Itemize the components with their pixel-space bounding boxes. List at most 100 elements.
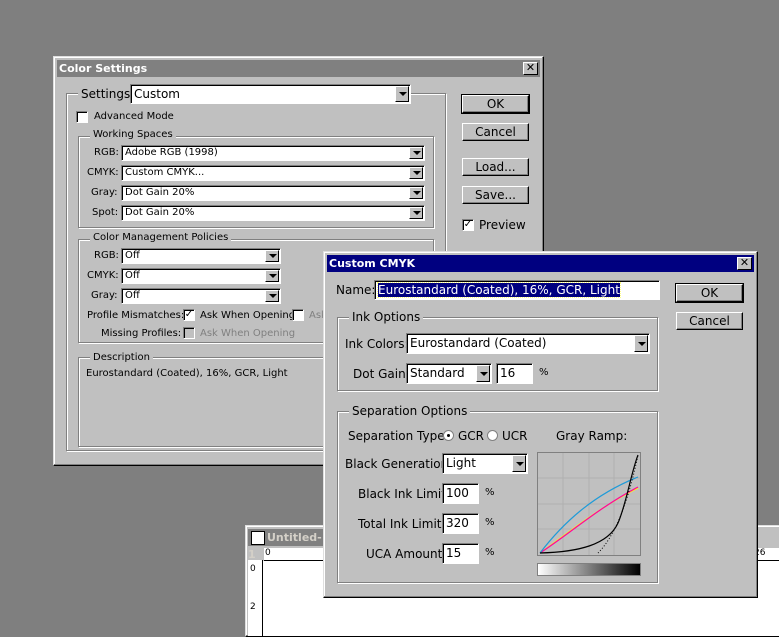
policies-label: Color Management Policies: [90, 232, 232, 243]
ruler-tick-label: 0: [265, 548, 271, 558]
ws-cmyk-select[interactable]: Custom CMYK...: [121, 165, 425, 181]
policy-rgb-label: RGB:: [94, 250, 119, 261]
settings-select-value: Custom: [134, 87, 180, 101]
custom-cmyk-dialog: Custom CMYK ✕ Name: Eurostandard (Coated…: [323, 251, 758, 598]
ok-button[interactable]: OK: [461, 94, 530, 114]
ink-options-label: Ink Options: [349, 310, 424, 324]
ruler-tick-label: 0: [250, 564, 256, 574]
description-label: Description: [90, 352, 153, 363]
ws-gray-value: Dot Gain 20%: [125, 187, 195, 198]
ws-rgb-select[interactable]: Adobe RGB (1998): [121, 145, 425, 161]
preview-label: Preview: [479, 218, 526, 232]
dot-gain-mode: Standard: [410, 366, 465, 380]
ws-spot-select[interactable]: Dot Gain 20%: [121, 205, 425, 221]
black-generation-value: Light: [446, 456, 476, 470]
policy-gray-label: Gray:: [91, 290, 118, 301]
ws-cmyk-label: CMYK:: [87, 167, 119, 178]
ws-rgb-label: RGB:: [94, 147, 119, 158]
ws-rgb-value: Adobe RGB (1998): [125, 147, 218, 158]
missing-ask-label: Ask When Opening: [200, 328, 296, 339]
ruler-tick-label: 2: [250, 602, 256, 612]
separation-type-label: Separation Type:: [348, 429, 449, 443]
ws-gray-label: Gray:: [91, 187, 118, 198]
color-settings-titlebar[interactable]: Color Settings ✕: [57, 60, 540, 77]
black-ink-limit-value: 100: [446, 486, 469, 500]
chevron-down-icon[interactable]: [409, 187, 423, 199]
dot-gain-value: 16: [500, 366, 516, 380]
custom-cmyk-titlebar[interactable]: Custom CMYK ✕: [327, 255, 754, 272]
uca-amount-input[interactable]: 15: [442, 543, 479, 564]
advanced-mode-label: Advanced Mode: [94, 111, 174, 122]
ws-spot-label: Spot:: [92, 207, 119, 218]
policy-gray-select[interactable]: Off: [121, 288, 281, 304]
chevron-down-icon[interactable]: [409, 207, 423, 219]
chevron-down-icon[interactable]: [265, 270, 279, 282]
chevron-down-icon[interactable]: [395, 86, 409, 102]
total-ink-limit-label: Total Ink Limit:: [358, 517, 446, 531]
black-ink-limit-input[interactable]: 100: [442, 483, 479, 504]
chevron-down-icon[interactable]: [476, 365, 490, 382]
cancel-button[interactable]: Cancel: [462, 123, 529, 141]
close-icon[interactable]: ✕: [523, 62, 538, 75]
ok-button[interactable]: OK: [675, 283, 744, 303]
black-generation-label: Black Generation:: [345, 457, 453, 471]
chevron-down-icon[interactable]: [265, 250, 279, 262]
settings-label: Settings:: [78, 86, 138, 102]
ink-colors-value: Eurostandard (Coated): [410, 336, 547, 350]
dialog-title: Color Settings: [59, 62, 148, 75]
policy-cmyk-value: Off: [125, 270, 140, 281]
name-input[interactable]: Eurostandard (Coated), 16%, GCR, Light: [374, 280, 660, 300]
load-button[interactable]: Load...: [462, 158, 529, 176]
ws-spot-value: Dot Gain 20%: [125, 207, 195, 218]
gray-ramp-label: Gray Ramp:: [556, 429, 628, 443]
dot-gain-label: Dot Gain:: [353, 367, 410, 381]
missing-ask-checkbox[interactable]: [183, 327, 195, 339]
cancel-button[interactable]: Cancel: [676, 312, 743, 330]
name-input-value: Eurostandard (Coated), 16%, GCR, Light: [377, 282, 621, 298]
black-generation-select[interactable]: Light: [442, 453, 528, 474]
ucr-radio[interactable]: [487, 430, 498, 441]
total-ink-limit-input[interactable]: 320: [442, 513, 479, 534]
gcr-label: GCR: [458, 429, 485, 443]
policy-rgb-value: Off: [125, 250, 140, 261]
uca-amount-unit: %: [485, 547, 495, 558]
gray-ramp-graph: [537, 452, 641, 556]
preview-checkbox[interactable]: ✓: [462, 219, 474, 231]
close-icon[interactable]: ✕: [737, 257, 752, 270]
ask-when-opening-checkbox[interactable]: ✓: [183, 309, 195, 321]
policy-cmyk-select[interactable]: Off: [121, 268, 281, 284]
document-titlebar[interactable]: Untitled-1: [248, 529, 328, 561]
ask-when-pasting-checkbox[interactable]: [292, 309, 304, 321]
dot-gain-input[interactable]: 16: [496, 363, 533, 384]
working-spaces-label: Working Spaces: [90, 129, 176, 140]
description-text: Eurostandard (Coated), 16%, GCR, Light: [86, 368, 288, 379]
gcr-radio[interactable]: [443, 430, 454, 441]
policy-rgb-select[interactable]: Off: [121, 248, 281, 264]
name-label: Name:: [336, 283, 376, 297]
ws-gray-select[interactable]: Dot Gain 20%: [121, 185, 425, 201]
dialog-title: Custom CMYK: [329, 257, 416, 270]
chevron-down-icon[interactable]: [265, 290, 279, 302]
uca-amount-label: UCA Amount:: [366, 547, 447, 561]
chevron-down-icon[interactable]: [634, 335, 648, 352]
settings-select[interactable]: Custom: [130, 84, 411, 104]
dot-gain-select[interactable]: Standard: [406, 363, 492, 384]
gray-ramp-curves: [538, 453, 640, 555]
total-ink-limit-unit: %: [485, 517, 495, 528]
chevron-down-icon[interactable]: [409, 167, 423, 179]
profile-mismatches-label: Profile Mismatches:: [87, 310, 185, 321]
ask-when-opening-label: Ask When Opening: [200, 310, 296, 321]
separation-options-label: Separation Options: [349, 404, 471, 418]
save-button[interactable]: Save...: [462, 186, 529, 204]
gray-ramp-gradient: [537, 563, 641, 576]
ws-cmyk-value: Custom CMYK...: [125, 167, 205, 178]
vertical-ruler[interactable]: 0 2: [248, 560, 263, 636]
document-icon: [251, 531, 265, 545]
ink-colors-select[interactable]: Eurostandard (Coated): [406, 333, 650, 354]
advanced-mode-checkbox[interactable]: [76, 111, 88, 123]
ucr-label: UCR: [502, 429, 528, 443]
chevron-down-icon[interactable]: [512, 455, 526, 472]
ink-colors-label: Ink Colors:: [345, 337, 409, 351]
chevron-down-icon[interactable]: [409, 147, 423, 159]
dot-gain-unit: %: [539, 367, 549, 378]
